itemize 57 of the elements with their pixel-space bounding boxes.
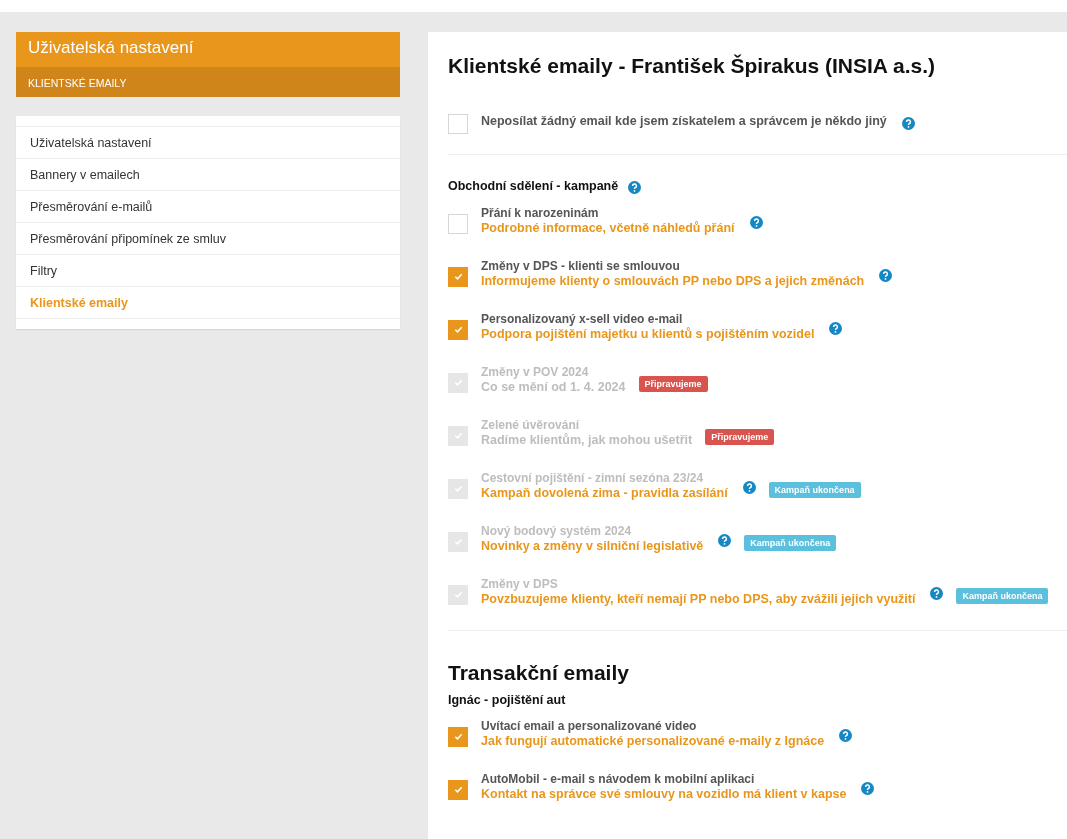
sidebar-title: Uživatelská nastavení [28,38,194,57]
option-title: Změny v POV 2024 [481,365,590,379]
help-icon[interactable] [879,269,893,282]
checkbox[interactable] [448,319,468,340]
option-title: Uvítací email a personalizované video [481,719,698,733]
status-badge: Připravujeme [638,375,708,392]
checkmark-icon [452,430,464,441]
status-badge: Kampaň ukončena [768,481,861,498]
help-icon[interactable] [839,729,853,742]
checkmark-icon [452,377,464,388]
sidebar-item[interactable]: Přesměrování e-mailů [16,190,400,222]
sidebar-subtitle: KLIENTSKÉ EMAILY [28,77,127,89]
status-badge: Připravujeme [705,428,775,445]
help-icon[interactable] [829,322,843,335]
option-title: AutoMobil - e-mail s návodem k mobilní aplikaci [481,772,756,786]
checkbox[interactable] [448,114,468,134]
option-title: Neposílat žádný email kde jsem získatelem a správcem je někdo jiný [481,114,887,128]
sidebar-item[interactable]: Filtry [16,254,400,286]
status-badge: Kampaň ukončena [956,587,1049,604]
checkbox[interactable] [448,726,468,747]
sidebar-item[interactable]: Přesměrování připomínek ze smluv [16,222,400,254]
option-description: Co se mění od 1. 4. 2024 [481,380,626,394]
checkmark-icon [452,731,464,742]
help-icon[interactable] [861,782,875,795]
option-link[interactable]: Informujeme klienty o smlouvách PP nebo DPS a jejich změnách [481,274,865,288]
option-title: Cestovní pojištění - zimní sezóna 23/24 [481,471,705,485]
help-icon[interactable] [901,116,915,130]
group-heading: Ignác - pojištění aut [448,693,566,707]
help-icon[interactable] [628,181,642,194]
option-title: Změny v DPS [481,577,559,591]
sidebar-item[interactable]: Klientské emaily [16,286,400,319]
checkmark-icon [452,271,464,282]
checkmark-icon [452,324,464,335]
checkbox[interactable] [448,779,468,800]
sidebar-item[interactable]: Bannery v emailech [16,158,400,190]
option-link[interactable]: Jak fungují automatické personalizované e-maily z Ignáce [481,734,825,748]
checkmark-icon [452,589,464,600]
page-title: Klientské emaily - František Špirakus (INSIA a.s.) [448,54,937,78]
option-title: Změny v DPS - klienti se smlouvou [481,259,681,273]
option-link[interactable]: Kontakt na správce své smlouvy na vozidlo má klient v kapse [481,787,847,801]
option-title: Personalizovaný x-sell video e-mail [481,312,684,326]
checkbox[interactable] [448,266,468,287]
option-description: Radíme klientům, jak mohou ušetřit [481,433,693,447]
sidebar-item[interactable]: Uživatelská nastavení [16,126,400,158]
option-title: Nový bodový systém 2024 [481,524,633,538]
option-link[interactable]: Podrobné informace, včetně náhledů přání [481,221,735,235]
option-title: Přání k narozeninám [481,206,600,220]
section-heading: Transakční emaily [448,661,630,685]
checkmark-icon [452,536,464,547]
checkbox[interactable] [448,213,468,234]
status-badge: Kampaň ukončena [744,534,837,551]
checkmark-icon [452,483,464,494]
option-title: Zelené úvěrování [481,418,581,432]
checkmark-icon [452,784,464,795]
help-icon[interactable] [749,216,763,229]
option-link[interactable]: Podpora pojištění majetku u klientů s pojištěním vozidel [481,327,815,341]
section-heading: Obchodní sdělení - kampaně [448,178,619,193]
